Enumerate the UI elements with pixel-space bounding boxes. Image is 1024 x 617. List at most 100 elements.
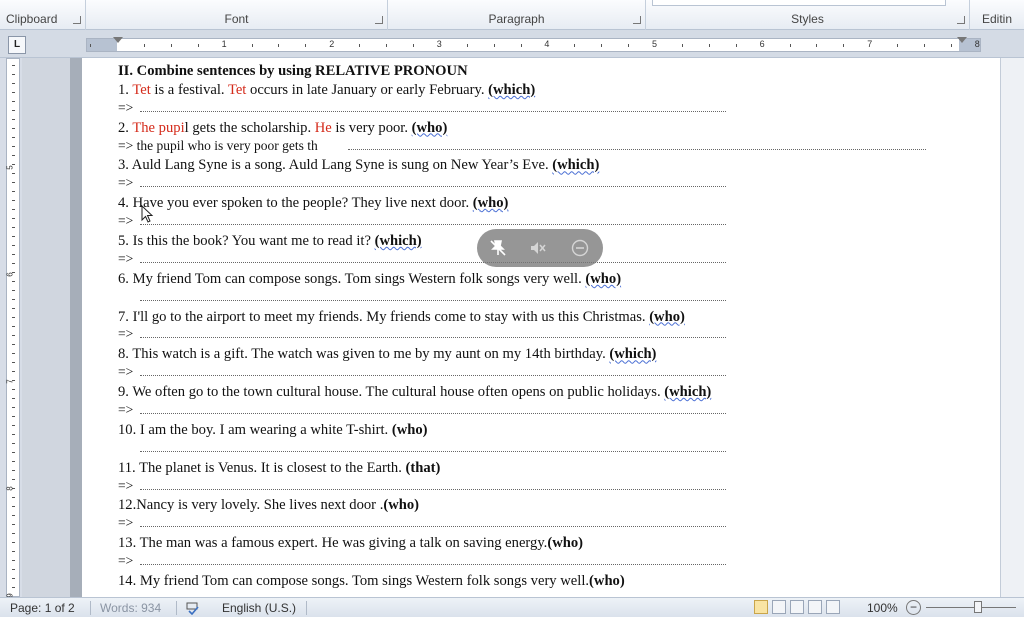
ribbon-group-editing: Editin <box>970 0 1024 30</box>
document-body[interactable]: II. Combine sentences by using RELATIVE … <box>118 62 978 591</box>
ruler-tick <box>950 44 952 47</box>
ruler-number: 1 <box>221 39 227 49</box>
vruler-tick <box>12 326 15 327</box>
document-page[interactable]: II. Combine sentences by using RELATIVE … <box>82 58 1000 597</box>
vruler-tick <box>12 578 15 579</box>
vruler-tick <box>12 587 15 588</box>
ruler-tick <box>466 44 468 47</box>
ribbon-group-font: Font <box>86 0 388 30</box>
vruler-tick <box>12 515 15 516</box>
ruler-tick <box>708 44 710 47</box>
vruler-tick <box>12 569 15 570</box>
vruler-tick <box>12 299 15 300</box>
ribbon: Clipboard Font Paragraph Styles Editin <box>0 0 1024 30</box>
proofing-icon[interactable] <box>184 599 200 617</box>
ruler-row: L 1 2 3 4 5 6 7 8 <box>0 30 1024 58</box>
vruler-tick <box>12 452 15 453</box>
vruler-tick <box>12 434 15 435</box>
vruler-tick <box>12 479 15 480</box>
answer-line-13[interactable]: => <box>118 553 978 572</box>
answer-line-7[interactable]: => <box>118 326 978 345</box>
paragraph-label: Paragraph <box>488 12 545 26</box>
answer-line-1[interactable]: => <box>118 100 978 119</box>
zoom-out-button[interactable]: − <box>906 600 921 615</box>
vruler-tick <box>12 110 15 111</box>
ruler-number: 3 <box>436 39 442 49</box>
word-count[interactable]: Words: 934 <box>100 601 161 615</box>
font-launcher-icon[interactable] <box>375 16 383 24</box>
question-14: 14. My friend Tom can compose songs. Tom… <box>118 573 625 590</box>
minus-circle-icon[interactable] <box>571 239 589 257</box>
draft-view-button[interactable] <box>826 600 840 614</box>
vruler-tick <box>12 398 15 399</box>
status-bar: Page: 1 of 2 Words: 934 English (U.S.) 1… <box>0 597 1024 617</box>
styles-gallery[interactable] <box>652 0 946 6</box>
web-layout-view-button[interactable] <box>790 600 804 614</box>
question-8: 8. This watch is a gift. The watch was g… <box>118 346 657 363</box>
page-count[interactable]: Page: 1 of 2 <box>10 601 75 615</box>
ruler-tick <box>493 44 495 47</box>
vruler-tick <box>12 560 15 561</box>
question-1: 1. Tet is a festival. Tet occurs in late… <box>118 81 536 98</box>
zoom-slider[interactable] <box>926 607 1016 608</box>
vruler-tick <box>12 542 15 543</box>
answer-line-3[interactable]: => <box>118 175 978 194</box>
vruler-tick <box>12 497 15 498</box>
vruler-tick <box>12 137 15 138</box>
language-indicator[interactable]: English (U.S.) <box>222 601 296 615</box>
vruler-tick <box>12 74 15 75</box>
clipboard-launcher-icon[interactable] <box>73 16 81 24</box>
vruler-tick <box>12 344 15 345</box>
zoom-slider-handle[interactable] <box>974 601 982 613</box>
vruler-tick <box>12 461 15 462</box>
outline-view-button[interactable] <box>808 600 822 614</box>
ruler-number: 6 <box>759 39 765 49</box>
question-13: 13. The man was a famous expert. He was … <box>118 535 584 552</box>
vruler-tick <box>12 218 15 219</box>
status-separator <box>90 601 91 615</box>
ruler-tick <box>789 44 791 47</box>
answer-line-6[interactable] <box>118 289 978 308</box>
ribbon-group-clipboard: Clipboard <box>0 0 86 30</box>
ruler-tick <box>143 44 145 47</box>
ruler-tick <box>897 44 899 47</box>
font-label: Font <box>224 12 249 26</box>
exercise-heading: II. Combine sentences by using RELATIVE … <box>118 63 468 79</box>
print-layout-view-button[interactable] <box>754 600 768 614</box>
ruler-number: 7 <box>867 39 873 49</box>
ruler-number: 2 <box>329 39 335 49</box>
ruler-tick <box>601 44 603 47</box>
paragraph-launcher-icon[interactable] <box>633 16 641 24</box>
horizontal-ruler[interactable]: 1 2 3 4 5 6 7 8 <box>86 37 981 52</box>
vruler-tick <box>12 65 15 66</box>
question-10: 10. I am the boy. I am wearing a white T… <box>118 421 428 438</box>
ruler-tick <box>816 44 818 47</box>
unpin-icon[interactable] <box>489 239 507 257</box>
answer-line-12[interactable]: => <box>118 515 978 534</box>
ruler-tick <box>924 44 925 47</box>
vruler-tick <box>12 209 15 210</box>
vruler-tick <box>12 146 15 147</box>
first-line-indent-marker[interactable] <box>113 37 123 43</box>
ruler-tick <box>251 44 253 47</box>
answer-line-11[interactable]: => <box>118 478 978 497</box>
vruler-number: 8 <box>5 486 15 491</box>
answer-line-8[interactable]: => <box>118 364 978 383</box>
full-screen-reading-view-button[interactable] <box>772 600 786 614</box>
vruler-tick <box>12 155 15 156</box>
answer-line-10[interactable] <box>118 440 978 459</box>
right-indent-marker[interactable] <box>957 37 967 43</box>
word-window: Clipboard Font Paragraph Styles Editin L… <box>0 0 1024 617</box>
mute-icon[interactable] <box>529 239 547 257</box>
vertical-ruler[interactable]: 56789 <box>5 58 20 598</box>
vertical-scrollbar[interactable] <box>1000 58 1024 597</box>
answer-line-9[interactable]: => <box>118 402 978 421</box>
ruler-tick <box>278 44 280 47</box>
vruler-tick <box>12 128 15 129</box>
vruler-tick <box>12 101 15 102</box>
vruler-tick <box>12 317 15 318</box>
answer-line-2[interactable]: => the pupil who is very poor gets th <box>118 138 978 157</box>
tab-selector-button[interactable]: L <box>8 36 26 54</box>
zoom-level[interactable]: 100% <box>867 601 898 615</box>
styles-launcher-icon[interactable] <box>957 16 965 24</box>
